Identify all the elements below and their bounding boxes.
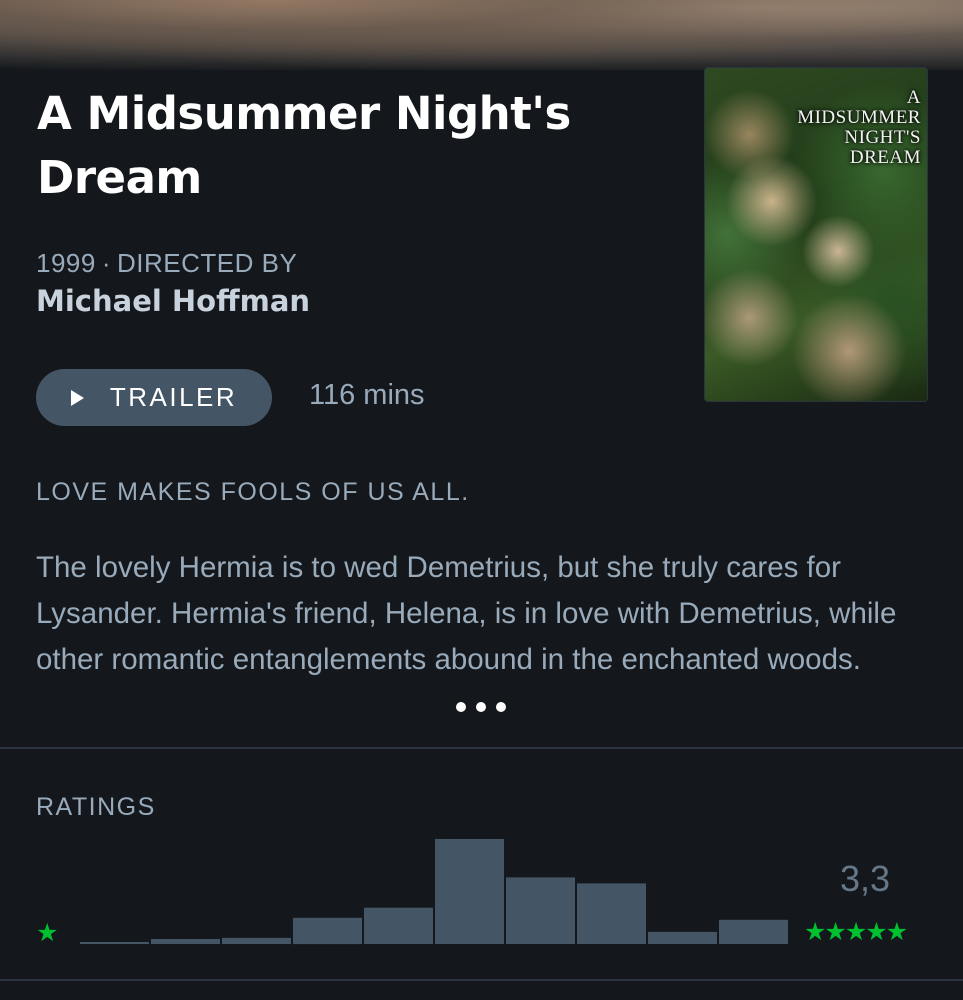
histogram-bar-2[interactable] — [293, 917, 362, 945]
meta-separator: · — [101, 248, 112, 278]
runtime: 116 mins — [309, 379, 425, 411]
more-dot — [456, 702, 466, 712]
five-star-icon: ★★★★★ — [804, 918, 908, 946]
histogram-bar-2.5[interactable] — [364, 907, 433, 944]
poster-title-line: A — [906, 87, 921, 108]
star-icon: ★ — [36, 919, 59, 947]
section-divider — [0, 979, 963, 981]
histogram-bar-3[interactable] — [435, 839, 504, 944]
histogram-bar-3.5[interactable] — [506, 877, 575, 944]
more-dot — [496, 702, 506, 712]
average-rating[interactable]: 3,3 — [820, 858, 910, 900]
director-link[interactable]: Michael Hoffman — [36, 284, 310, 318]
directed-by-label: DIRECTED BY — [117, 248, 298, 278]
play-icon — [70, 389, 84, 406]
ratings-heading: RATINGS — [36, 793, 156, 821]
ratings-histogram — [80, 839, 788, 945]
film-meta: 1999 · DIRECTED BY — [36, 248, 297, 279]
release-year[interactable]: 1999 — [36, 248, 96, 278]
synopsis[interactable]: The lovely Hermia is to wed Demetrius, b… — [36, 545, 931, 683]
histogram-bar-1[interactable] — [151, 939, 220, 944]
section-divider — [0, 747, 963, 749]
tagline: LOVE MAKES FOOLS OF US ALL. — [36, 478, 470, 506]
poster-title-line: NIGHT'S — [844, 127, 921, 148]
ellipsis-icon[interactable] — [456, 700, 506, 714]
poster-title-line: MIDSUMMER — [797, 107, 921, 128]
histogram-bar-4.5[interactable] — [648, 931, 717, 944]
backdrop-image — [0, 0, 963, 70]
histogram-bar-5[interactable] — [719, 919, 788, 944]
poster-title-line: DREAM — [849, 147, 921, 168]
histogram-bar-0.5[interactable] — [80, 942, 149, 944]
more-dot — [476, 702, 486, 712]
histogram-bar-4[interactable] — [577, 883, 646, 944]
film-poster[interactable]: A MIDSUMMER NIGHT'S DREAM — [704, 67, 928, 402]
histogram-bar-1.5[interactable] — [222, 937, 291, 944]
trailer-label: TRAILER — [109, 382, 238, 412]
film-title: A Midsummer Night's Dream — [37, 87, 571, 204]
poster-title: A MIDSUMMER NIGHT'S DREAM — [781, 88, 921, 168]
trailer-button[interactable]: TRAILER — [36, 369, 272, 426]
